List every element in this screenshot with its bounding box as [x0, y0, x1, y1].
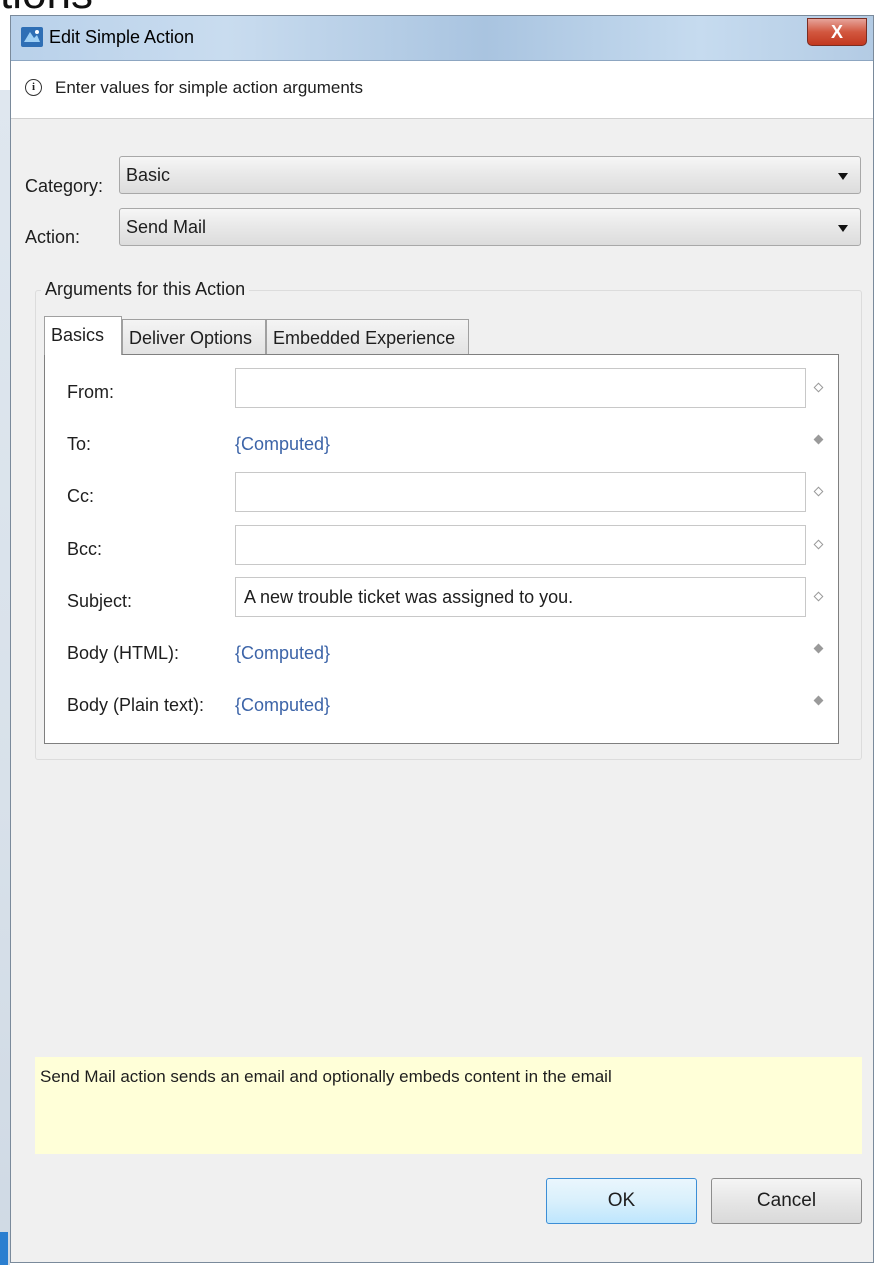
background-window-edge [0, 90, 10, 1265]
filled-diamond-icon[interactable] [813, 643, 824, 654]
from-label: From: [67, 382, 114, 402]
ok-button[interactable]: OK [546, 1178, 697, 1224]
hollow-diamond-icon[interactable] [813, 382, 824, 393]
taskbar-edge [0, 1232, 8, 1265]
subject-label: Subject: [67, 591, 133, 611]
basics-tab-panel: From: To: {Computed} Cc: Bcc: Subject: A… [44, 354, 839, 744]
chevron-down-icon [838, 173, 848, 180]
close-button[interactable]: X [807, 18, 867, 46]
bcc-field[interactable] [235, 525, 806, 565]
tab-embedded-experience[interactable]: Embedded Experience [266, 319, 469, 355]
edit-simple-action-dialog: Edit Simple Action X i Enter values for … [10, 15, 874, 1263]
tab-deliver-options[interactable]: Deliver Options [122, 319, 266, 355]
cc-label: Cc: [67, 486, 94, 506]
subject-field[interactable]: A new trouble ticket was assigned to you… [235, 577, 806, 617]
tab-basics[interactable]: Basics [44, 316, 122, 355]
body-plain-label: Body (Plain text): [67, 695, 205, 715]
action-label: Action: [25, 227, 81, 247]
app-icon [21, 27, 43, 47]
hollow-diamond-icon[interactable] [813, 486, 824, 497]
body-html-computed-value[interactable]: {Computed} [235, 643, 330, 664]
info-banner: i Enter values for simple action argumen… [11, 61, 873, 119]
category-select[interactable]: Basic [119, 156, 861, 194]
action-select[interactable]: Send Mail [119, 208, 861, 246]
action-description: Send Mail action sends an email and opti… [35, 1057, 862, 1154]
filled-diamond-icon[interactable] [813, 695, 824, 706]
arguments-group-title: Arguments for this Action [41, 279, 250, 300]
dialog-title: Edit Simple Action [49, 27, 195, 47]
hollow-diamond-icon[interactable] [813, 591, 824, 602]
body-html-label: Body (HTML): [67, 643, 180, 663]
hollow-diamond-icon[interactable] [813, 539, 824, 550]
info-icon: i [25, 79, 42, 96]
filled-diamond-icon[interactable] [813, 434, 824, 445]
title-bar[interactable]: Edit Simple Action X [11, 16, 873, 61]
close-icon: X [830, 21, 843, 42]
body-plain-computed-value[interactable]: {Computed} [235, 695, 330, 716]
action-select-value: Send Mail [126, 217, 207, 237]
background-window-text: tions [0, 0, 93, 16]
category-select-value: Basic [126, 165, 171, 185]
bcc-label: Bcc: [67, 539, 103, 559]
chevron-down-icon [838, 225, 848, 232]
cc-field[interactable] [235, 472, 806, 512]
category-label: Category: [25, 176, 104, 196]
from-field[interactable] [235, 368, 806, 408]
to-computed-value[interactable]: {Computed} [235, 434, 330, 455]
cancel-button[interactable]: Cancel [711, 1178, 862, 1224]
info-text: Enter values for simple action arguments [55, 78, 364, 97]
to-label: To: [67, 434, 92, 454]
